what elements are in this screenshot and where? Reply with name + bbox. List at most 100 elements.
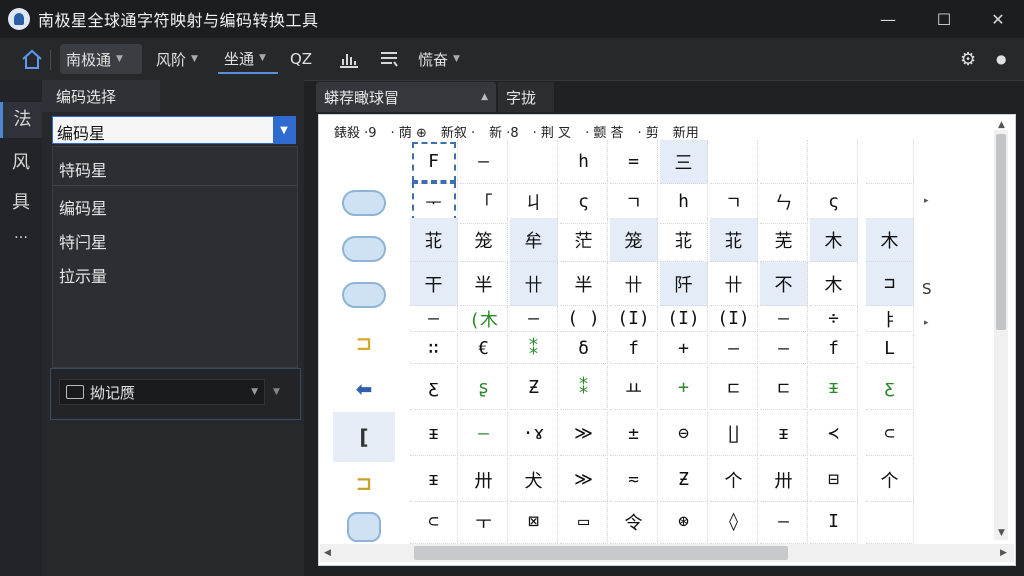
grid-cell[interactable]: — [760,334,808,364]
grid-cell[interactable]: ⊂ [866,412,914,456]
grid-cell[interactable]: ᵻ [410,458,458,502]
horizontal-scroll-thumb[interactable] [414,546,788,560]
toolbar-item-huangfen[interactable]: 慌奋 ▼ [412,44,472,74]
tab-encoding-select[interactable]: 编码选择 [42,80,160,112]
grid-cell[interactable]: ▭ [560,500,608,544]
grid-cell[interactable]: + [660,334,708,364]
grid-cell[interactable]: 苝 [410,218,458,262]
grid-cell[interactable]: — [760,306,808,332]
grid-cell[interactable] [866,500,914,544]
dot-icon[interactable]: ● [990,44,1012,74]
close-button[interactable]: ✕ [976,0,1020,38]
grid-cell[interactable]: ÷ [810,306,858,332]
grid-cell[interactable]: F [410,140,458,184]
leftbar-item-more[interactable]: … [0,226,42,242]
grid-cell[interactable]: ƹ [410,366,458,410]
grid-cell[interactable]: 卄 [510,262,558,306]
grid-cell[interactable]: — [460,140,508,184]
grid-cell[interactable]: 卄 [710,262,758,306]
grid-cell[interactable]: 芜 [760,218,808,262]
tab-character[interactable]: 字拢 [498,82,554,112]
grid-cell[interactable]: ⊟ [810,458,858,502]
grid-cell[interactable]: = [610,140,658,184]
scroll-right-icon[interactable]: ▶ [1000,548,1007,558]
grid-cell[interactable]: 不 [760,262,808,306]
grid-cell[interactable]: (I) [610,306,658,332]
grid-cell[interactable]: — [410,306,458,332]
minimize-button[interactable]: — [866,0,910,38]
grid-cell[interactable]: 木 [810,218,858,262]
toolbar-item-nanjitong[interactable]: 南极通 ▼ [60,44,142,74]
grid-cell[interactable]: (I) [660,306,708,332]
grid-cell[interactable] [510,140,558,184]
grid-cell[interactable]: 半 [460,262,508,306]
grid-cell[interactable]: 木 [810,262,858,306]
grid-cell[interactable]: + [660,366,708,410]
grid-cell[interactable]: — [710,334,758,364]
grid-cell[interactable]: — [510,306,558,332]
grid-cell[interactable]: L [866,334,914,364]
grid-cell[interactable]: ㅜ [460,500,508,544]
toolbar-item-qz[interactable]: QZ [284,44,318,74]
grid-cell[interactable] [760,140,808,184]
grid-cell[interactable]: δ [560,334,608,364]
scroll-down-icon[interactable]: ▼ [998,528,1005,538]
grid-cell[interactable]: 个 [866,458,914,502]
grid-cell[interactable]: 卅 [460,458,508,502]
grid-cell[interactable]: 笼 [610,218,658,262]
grid-cell[interactable]: 三 [660,140,708,184]
grid-cell[interactable]: ≺ [810,412,858,456]
grid-cell[interactable]: ◊ [710,500,758,544]
grid-cell[interactable]: 茫 [560,218,608,262]
leftbar-item-ju[interactable]: 具 [0,188,42,214]
grid-cell[interactable]: ± [610,412,658,456]
grid-cell[interactable]: ≫ [560,412,608,456]
leftbar-item-feng[interactable]: 风 [0,148,42,174]
chevron-right-icon[interactable]: ▸ [924,196,929,206]
grid-cell[interactable]: ƹ [866,366,914,410]
grid-cell[interactable]: I [810,500,858,544]
toolbar-item-fengjie[interactable]: 风阶 ▼ [150,44,216,74]
grid-cell[interactable]: ( ) [560,306,608,332]
grid-cell[interactable]: — [760,500,808,544]
grid-cell[interactable]: ⊠ [510,500,558,544]
gear-icon[interactable]: ⚙ [954,44,982,74]
secondary-combo[interactable]: 拗记赝 ▼ [59,379,265,405]
grid-cell[interactable]: f [610,334,658,364]
grid-cell[interactable]: f [810,334,858,364]
chevron-down-icon[interactable]: ▼ [273,117,295,143]
list-icon[interactable] [372,44,406,74]
grid-cell[interactable]: € [460,334,508,364]
grid-cell[interactable]: ㅛ [610,366,658,410]
grid-cell[interactable]: (I) [710,306,758,332]
grid-cell[interactable]: ≫ [560,458,608,502]
scroll-left-icon[interactable]: ◀ [324,548,331,558]
grid-cell[interactable]: ᵻ [810,366,858,410]
grid-cell[interactable]: 牟 [510,218,558,262]
grid-cell[interactable]: ∐ [710,412,758,456]
encoding-combo[interactable]: 编码星 ▼ [52,116,296,144]
grid-cell[interactable]: ⊛ [660,500,708,544]
grid-cell[interactable] [710,140,758,184]
chevron-right-icon[interactable]: ▸ [924,318,929,328]
grid-cell[interactable]: 犬 [510,458,558,502]
grid-cell[interactable]: ㅑ [866,306,914,332]
leftbar-item-fa[interactable]: 法 [0,102,42,138]
grid-cell[interactable]: ∷ [410,334,458,364]
grid-cell[interactable]: ᵻ [760,412,808,456]
scroll-up-icon[interactable]: ▲ [998,120,1005,130]
grid-cell[interactable]: 个 [710,458,758,502]
list-item[interactable]: 拉示量 [59,263,107,287]
grid-cell[interactable]: 木 [866,218,914,262]
grid-cell[interactable]: Ƶ [660,458,708,502]
grid-cell[interactable] [810,140,858,184]
grid-cell[interactable]: 半 [560,262,608,306]
grid-cell[interactable]: Ƶ [510,366,558,410]
grid-cell[interactable]: 令 [610,500,658,544]
list-item[interactable]: 特码星 [59,157,107,181]
list-item[interactable]: 特闩星 [59,229,107,253]
grid-cell[interactable]: 笼 [460,218,508,262]
home-icon[interactable] [14,44,50,74]
grid-cell[interactable]: — [460,412,508,456]
vertical-scroll-thumb[interactable] [996,134,1006,330]
